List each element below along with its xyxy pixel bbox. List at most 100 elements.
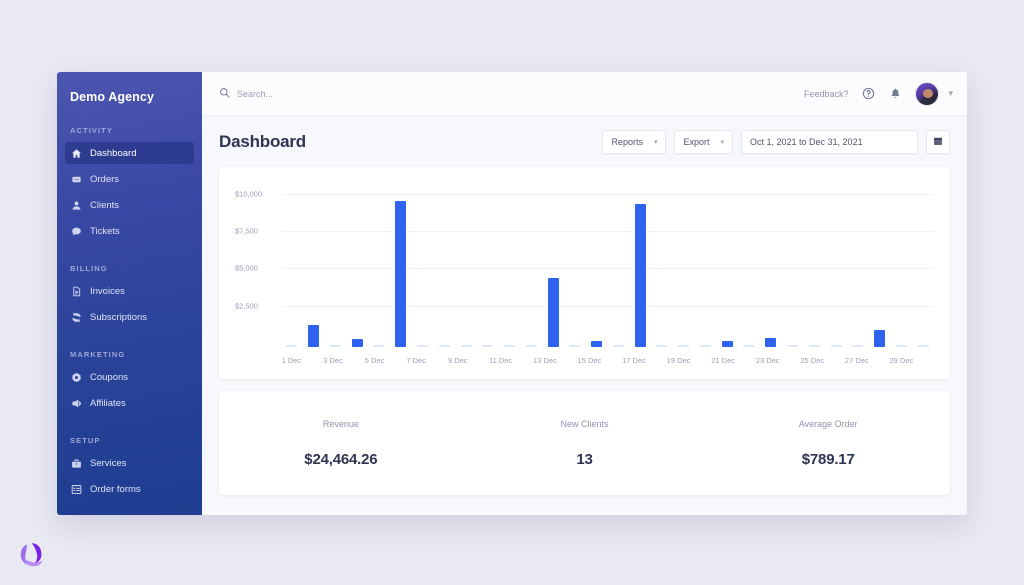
bar	[635, 204, 646, 347]
bar	[352, 339, 363, 347]
sidebar-item-label: Orders	[90, 174, 119, 185]
avatar[interactable]	[915, 82, 939, 106]
chevron-down-icon[interactable]: ▾	[948, 88, 953, 99]
bar-column[interactable]	[847, 179, 869, 347]
bar-column[interactable]	[629, 179, 651, 347]
bar-column[interactable]	[651, 179, 673, 347]
x-axis-tick: 11 Dec	[489, 349, 512, 371]
bar-column[interactable]	[912, 179, 934, 347]
sidebar-item-services[interactable]: Services	[65, 452, 194, 474]
bar-column[interactable]	[499, 179, 521, 347]
bar-column[interactable]	[281, 179, 303, 347]
sidebar-item-coupons[interactable]: Coupons	[65, 366, 194, 388]
sidebar-item-tickets[interactable]: Tickets	[65, 220, 194, 242]
sidebar-item-clients[interactable]: Clients	[65, 194, 194, 216]
bar-column[interactable]	[782, 179, 804, 347]
bar-column[interactable]	[738, 179, 760, 347]
x-axis-tick: 9 Dec	[447, 349, 468, 371]
bar-column[interactable]	[303, 179, 325, 347]
reports-button[interactable]: Reports ▾	[602, 130, 666, 154]
sidebar-item-dashboard[interactable]: Dashboard	[65, 142, 194, 164]
sidebar-section-billing: BILLING	[57, 264, 202, 273]
brand-title: Demo Agency	[57, 90, 202, 104]
bar-column[interactable]	[325, 179, 347, 347]
bar-column[interactable]	[412, 179, 434, 347]
sidebar-item-label: Services	[90, 458, 126, 469]
sidebar-item-label: Invoices	[90, 286, 125, 297]
search-input[interactable]	[237, 89, 437, 99]
export-button[interactable]: Export ▾	[674, 130, 733, 154]
stat-label: Average Order	[706, 419, 950, 429]
sidebar-item-invoices[interactable]: Invoices	[65, 280, 194, 302]
stats-card: Revenue$24,464.26New Clients13Average Or…	[219, 391, 950, 495]
bar	[831, 345, 842, 347]
bar-column[interactable]	[803, 179, 825, 347]
bar	[809, 345, 820, 347]
bar	[765, 338, 776, 347]
bar	[417, 345, 428, 347]
feedback-link[interactable]: Feedback?	[804, 89, 849, 99]
bell-icon[interactable]	[888, 87, 902, 101]
x-axis-tick	[427, 349, 448, 371]
bar-column[interactable]	[890, 179, 912, 347]
bar	[330, 345, 341, 347]
date-range-input[interactable]: Oct 1, 2021 to Dec 31, 2021	[741, 130, 918, 154]
search-box[interactable]	[219, 85, 804, 103]
home-icon	[71, 148, 82, 159]
bar-column[interactable]	[607, 179, 629, 347]
stat-value: $24,464.26	[219, 451, 463, 468]
sidebar-item-affiliates[interactable]: Affiliates	[65, 392, 194, 414]
bar-column[interactable]	[346, 179, 368, 347]
content-area: Dashboard Reports ▾ Export ▾ Oct 1, 2021…	[202, 116, 967, 515]
question-circle-icon[interactable]	[861, 87, 875, 101]
bar-column[interactable]	[825, 179, 847, 347]
sidebar-item-orders[interactable]: Orders	[65, 168, 194, 190]
sidebar-item-label: Coupons	[90, 372, 128, 383]
bar	[569, 345, 580, 347]
bar	[787, 345, 798, 347]
megaphone-icon	[71, 398, 82, 409]
bar-column[interactable]	[673, 179, 695, 347]
search-icon	[219, 85, 230, 103]
bar	[439, 345, 450, 347]
x-axis-tick: 29 Dec	[889, 349, 913, 371]
bar	[678, 345, 689, 347]
x-axis-tick	[646, 349, 667, 371]
bar-column[interactable]	[869, 179, 891, 347]
stat-average-order: Average Order $789.17	[706, 419, 950, 468]
sidebar-item-label: Tickets	[90, 226, 120, 237]
page-header: Dashboard Reports ▾ Export ▾ Oct 1, 2021…	[219, 130, 950, 154]
bar-column[interactable]	[716, 179, 738, 347]
bar-column[interactable]	[390, 179, 412, 347]
bar-chart: $10,000$7,500$5,000$2,500 1 Dec3 Dec5 De…	[235, 179, 934, 371]
bar	[373, 345, 384, 347]
x-axis-tick	[913, 349, 934, 371]
chat-bubble-icon	[71, 226, 82, 237]
y-axis-tick: $7,500	[235, 227, 258, 236]
bar-column[interactable]	[586, 179, 608, 347]
stat-value: $789.17	[706, 451, 950, 468]
bar	[874, 330, 885, 347]
bar-column[interactable]	[760, 179, 782, 347]
bar-column[interactable]	[477, 179, 499, 347]
gear-icon	[71, 372, 82, 383]
bar-column[interactable]	[368, 179, 390, 347]
bar	[482, 345, 493, 347]
bar-column[interactable]	[564, 179, 586, 347]
bar-column[interactable]	[433, 179, 455, 347]
bar-column[interactable]	[695, 179, 717, 347]
sidebar-item-subscriptions[interactable]: Subscriptions	[65, 306, 194, 328]
bar-column[interactable]	[542, 179, 564, 347]
bar	[722, 341, 733, 347]
bar-column[interactable]	[455, 179, 477, 347]
export-label: Export	[683, 137, 709, 147]
sidebar-item-label: Dashboard	[90, 148, 136, 159]
toolbar: Reports ▾ Export ▾ Oct 1, 2021 to Dec 31…	[602, 130, 950, 154]
calendar-button[interactable]	[926, 130, 950, 154]
x-axis-tick: 7 Dec	[406, 349, 427, 371]
bar	[461, 345, 472, 347]
sidebar-item-order-forms[interactable]: Order forms	[65, 478, 194, 500]
bar	[613, 345, 624, 347]
bar-column[interactable]	[520, 179, 542, 347]
sidebar-item-label: Affiliates	[90, 398, 126, 409]
